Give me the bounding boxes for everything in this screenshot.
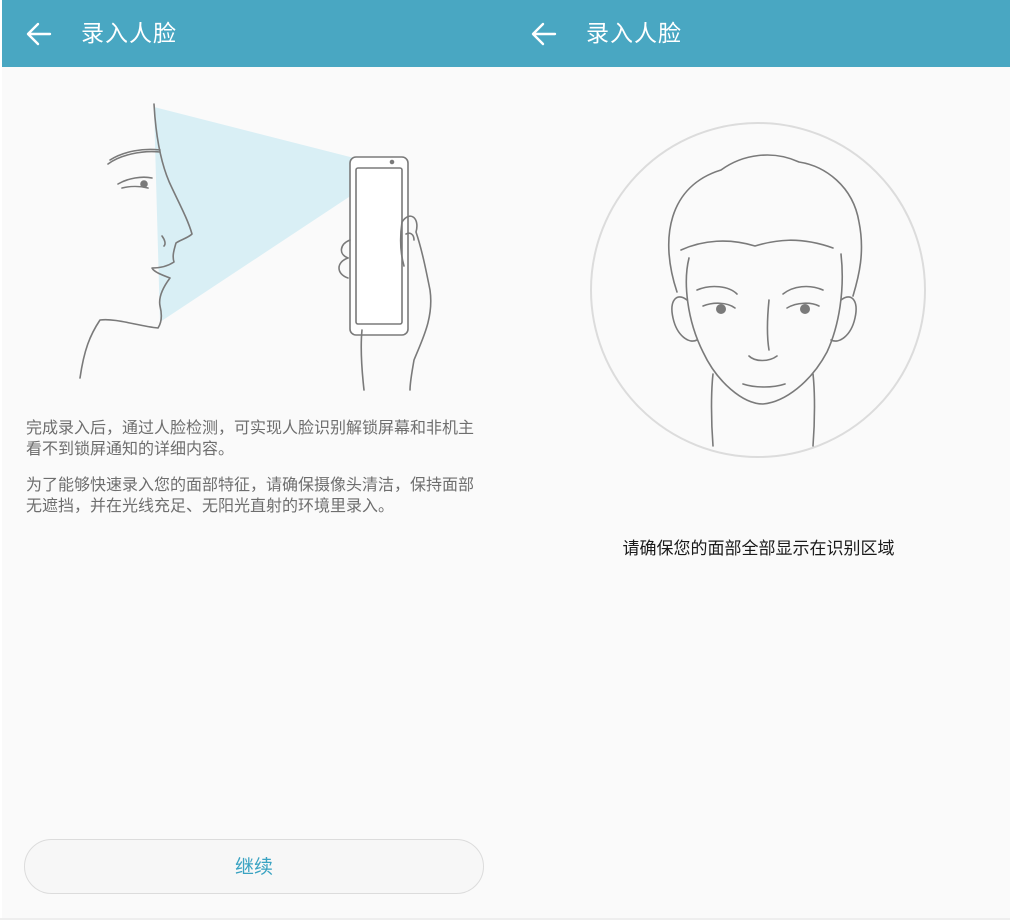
header-bar: 录入人脸 (507, 0, 1010, 67)
page-title: 录入人脸 (81, 21, 177, 47)
arrow-left-icon[interactable] (24, 19, 54, 49)
tips-paragraph: 为了能够快速录入您的面部特征，请确保摄像头清洁，保持面部无遮挡，并在光线充足、无… (26, 475, 475, 515)
intro-paragraph: 完成录入后，通过人脸检测，可实现人脸识别解锁屏幕和非机主看不到锁屏通知的详细内容… (26, 418, 475, 458)
left-eye (716, 304, 726, 314)
face-position-hint: 请确保您的面部全部显示在识别区域 (622, 539, 895, 559)
recognition-area-circle (590, 122, 926, 458)
hand-holding-phone (338, 156, 432, 391)
arrow-left-icon[interactable] (529, 19, 559, 49)
page-title: 录入人脸 (586, 21, 682, 47)
right-eye (800, 304, 810, 314)
face-scan-illustration (79, 103, 432, 391)
continue-button[interactable]: 继续 (24, 839, 484, 894)
left-screen: 录入人脸 完成录入后，通过人脸检测，可实现人脸识别解锁屏幕和非机主看不到锁屏通知… (2, 0, 507, 918)
right-screen: 录入人脸 请确保您的面部全部显示在识别区域 (507, 0, 1010, 918)
header-bar: 录入人脸 (2, 0, 507, 67)
face-frame-illustration (590, 122, 926, 458)
front-face (667, 154, 863, 447)
